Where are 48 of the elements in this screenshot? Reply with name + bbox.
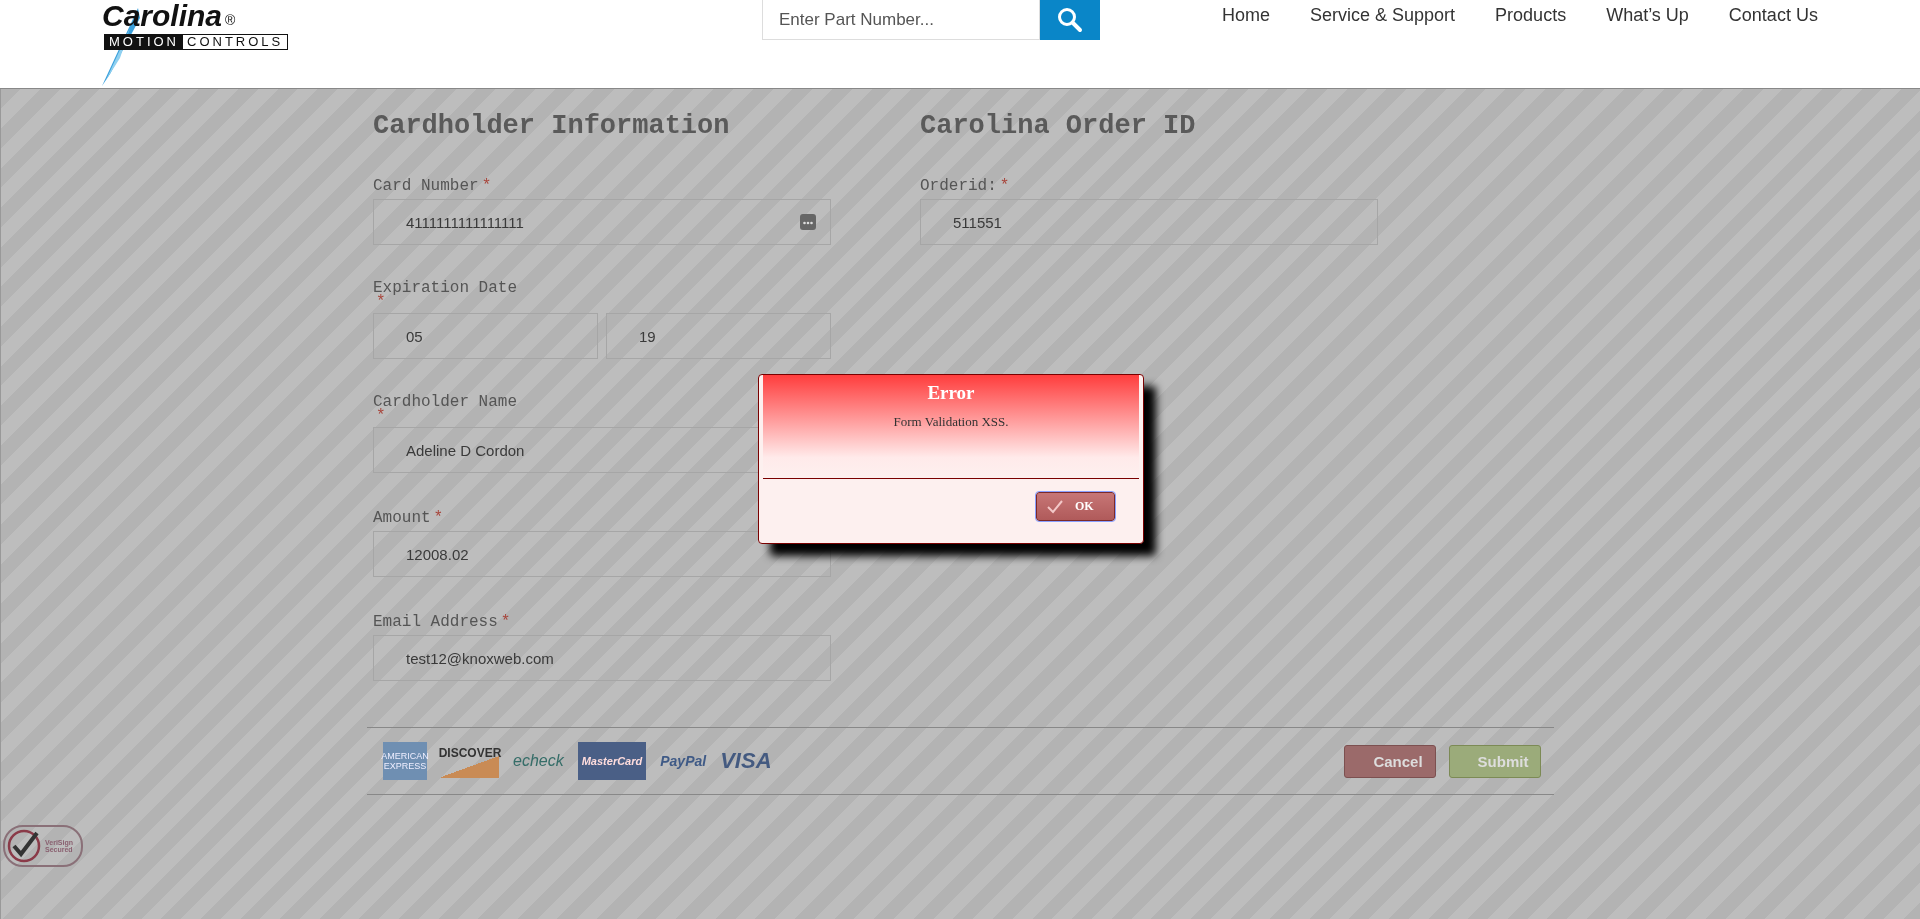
field-value: 19 <box>639 327 656 345</box>
logo-tagline: MOTION <box>105 35 183 49</box>
required-mark: * <box>376 409 387 423</box>
required-mark: * <box>500 613 511 631</box>
section-title: Carolina Order ID <box>920 111 1197 141</box>
input-field[interactable]: 05 <box>373 313 598 359</box>
required-mark: * <box>481 177 492 195</box>
field-value: 511551 <box>953 213 1002 231</box>
field-label: Orderid: <box>920 177 997 195</box>
field-value: test12@knoxweb.com <box>406 649 554 667</box>
input-field[interactable]: 12008.02 <box>373 531 831 577</box>
nav-link[interactable]: What’s Up <box>1606 5 1689 26</box>
ok-button[interactable]: OK <box>1036 492 1115 521</box>
field-label: Card Number <box>373 177 479 195</box>
nav-link[interactable]: Products <box>1495 5 1567 26</box>
field-label: Expiration Date <box>373 281 519 295</box>
field-value: 4111111111111111 <box>406 213 524 231</box>
echeck-logo: echeck <box>513 752 564 770</box>
input-field[interactable]: test12@knoxweb.com <box>373 635 831 681</box>
registered-mark: ® <box>225 12 236 28</box>
dialog-title: Error <box>926 381 976 404</box>
search-icon <box>1057 7 1083 33</box>
dialog-message: Form Validation XSS. <box>892 414 1010 430</box>
paypal-logo: PayPal <box>660 753 707 769</box>
search-field[interactable]: Enter Part Number... <box>762 0 1040 40</box>
input-field[interactable]: 19 <box>606 313 831 359</box>
checkmark-icon <box>7 829 41 863</box>
field-label: Cardholder Name <box>373 395 519 409</box>
mastercard-logo: MasterCard <box>577 742 647 780</box>
field-value: Adeline D Cordon <box>406 441 525 459</box>
search-button[interactable] <box>1040 0 1100 40</box>
cancel-button[interactable]: Cancel <box>1344 744 1436 778</box>
required-mark: * <box>376 295 386 309</box>
checkmark-icon <box>1047 499 1063 514</box>
nav-link[interactable]: Service & Support <box>1310 5 1456 26</box>
nav-link[interactable]: Contact Us <box>1728 5 1818 26</box>
input-field[interactable]: 511551 <box>920 199 1378 245</box>
input-field[interactable]: 4111111111111111 <box>373 199 831 245</box>
field-label: Email Address <box>373 613 498 631</box>
field-label: Amount <box>373 509 431 527</box>
section-title: Cardholder Information <box>373 111 731 141</box>
required-mark: * <box>999 177 1010 195</box>
field-value: 05 <box>406 327 423 345</box>
required-mark: * <box>433 509 444 527</box>
password-dots-icon[interactable] <box>800 214 816 230</box>
visa-logo: VISA <box>720 748 772 774</box>
nav-link[interactable]: Home <box>1222 5 1270 26</box>
field-value: 12008.02 <box>406 545 469 563</box>
